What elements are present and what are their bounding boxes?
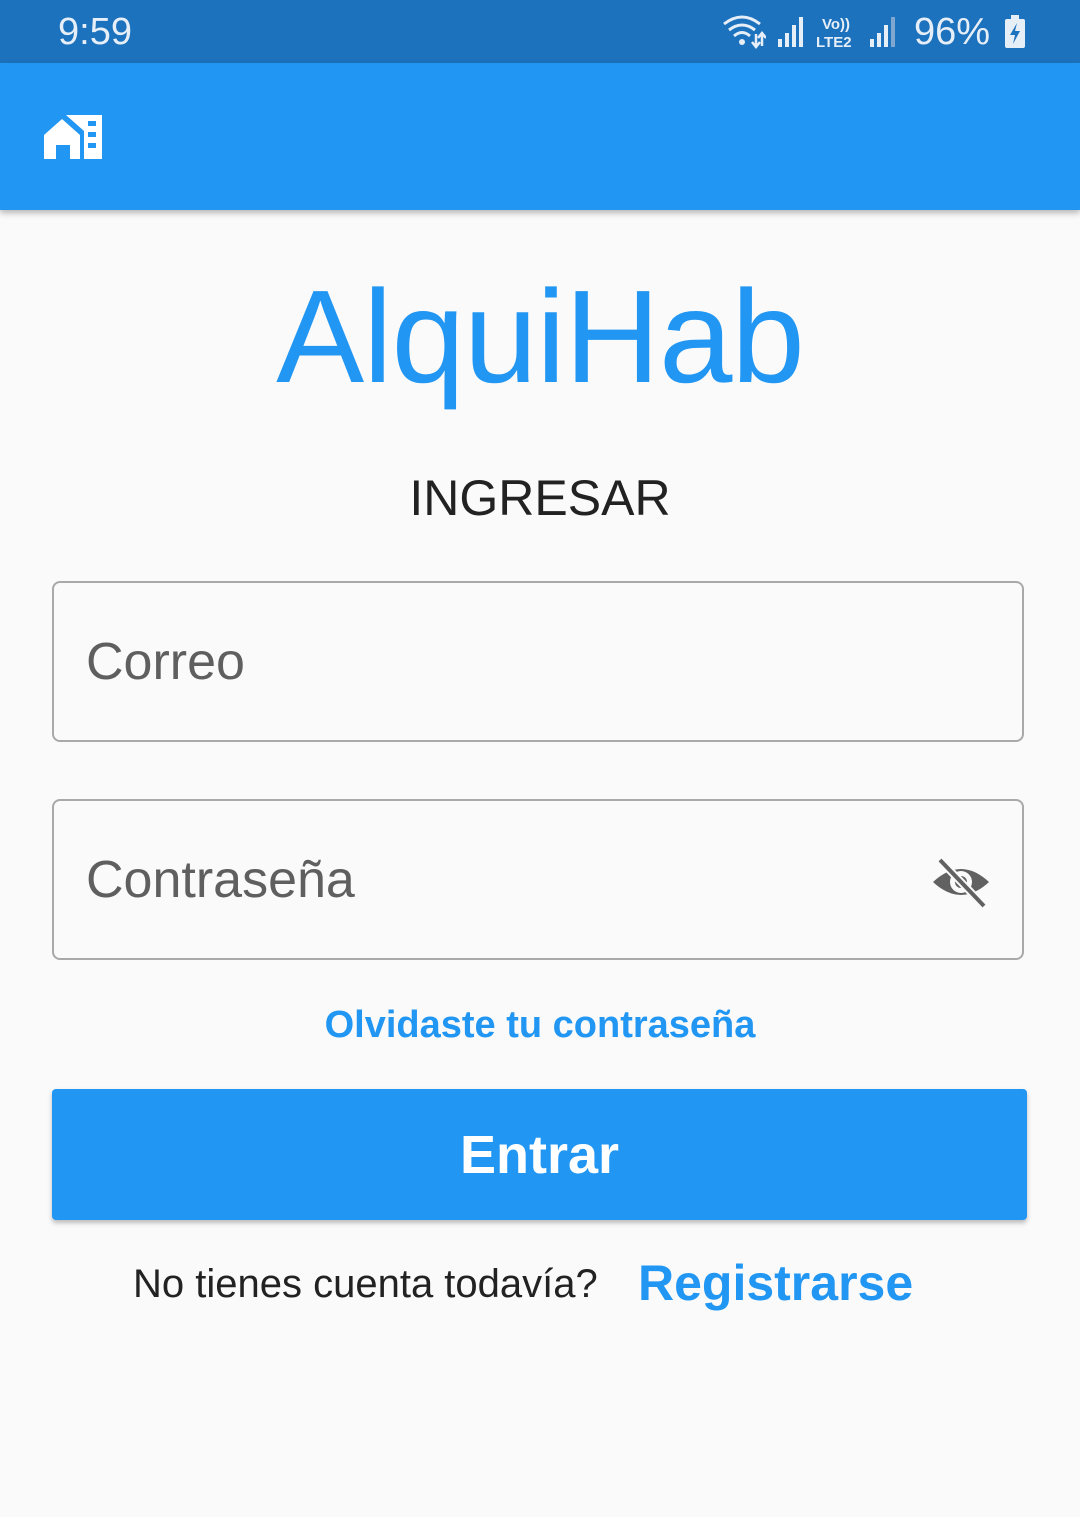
svg-text:LTE2: LTE2 (816, 34, 852, 50)
signup-link[interactable]: Registrarse (638, 1252, 913, 1314)
email-field[interactable] (86, 583, 926, 740)
battery-percent: 96% (913, 11, 990, 53)
status-icons: Vo)) LTE2 96% (722, 8, 1026, 56)
password-field-container (52, 799, 1024, 960)
volte-icon: Vo)) LTE2 (816, 14, 858, 50)
forgot-password-link[interactable]: Olvidaste tu contraseña (0, 1001, 1080, 1049)
house-logo-icon (42, 113, 104, 161)
email-field-container (52, 581, 1024, 742)
status-bar: 9:59 Vo)) LTE2 96% (0, 0, 1080, 63)
battery-charging-icon (1004, 15, 1026, 49)
password-field[interactable] (86, 801, 926, 958)
signal-icon (776, 15, 806, 49)
signup-prompt: No tienes cuenta todavía? (133, 1262, 598, 1306)
signal-icon (868, 15, 898, 49)
wifi-icon (722, 14, 766, 50)
login-section-title: INGRESAR (409, 470, 671, 526)
submit-button[interactable]: Entrar (52, 1089, 1027, 1220)
visibility-off-icon[interactable] (930, 856, 992, 909)
brand-title: AlquiHab (276, 263, 805, 410)
status-time: 9:59 (58, 11, 132, 53)
svg-text:Vo)): Vo)) (822, 16, 850, 33)
app-bar (0, 63, 1080, 210)
